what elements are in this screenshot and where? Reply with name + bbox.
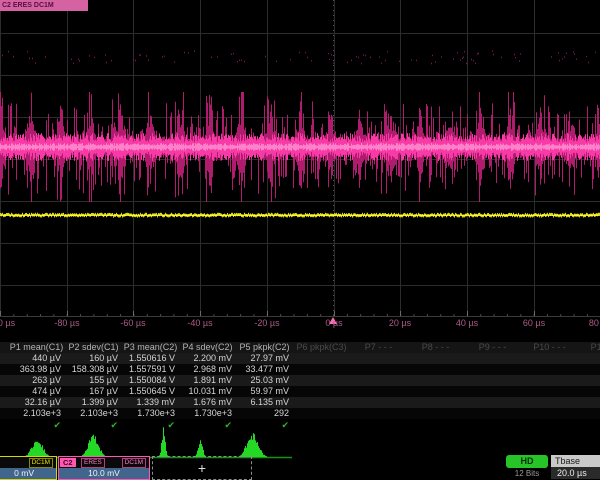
param-value-cell: 27.97 mV bbox=[236, 353, 289, 364]
trace-c2-noise bbox=[1, 50, 600, 202]
param-value-cell: 1.339 mV bbox=[122, 397, 175, 408]
param-value-cell: 1.557591 V bbox=[122, 364, 175, 375]
param-value-cell: 363.98 µV bbox=[8, 364, 61, 375]
c2-eres-badge: ERES bbox=[81, 458, 105, 468]
c2-coupling-badge: DC1M bbox=[122, 458, 146, 468]
status-check-icon: ✔ bbox=[236, 419, 289, 432]
time-tick-label: 80 µs bbox=[578, 318, 600, 328]
channel-descriptor-c1[interactable]: C1 DC1M 0 mV bbox=[0, 456, 57, 480]
histicon-p1 bbox=[26, 442, 50, 457]
status-check-icon: ✔ bbox=[122, 419, 175, 432]
hd-mode-badge[interactable]: HD bbox=[506, 455, 548, 468]
time-tick-label: 0 µs bbox=[312, 318, 356, 328]
histicon-p4 bbox=[196, 440, 206, 457]
time-axis: -100 µs -80 µs -60 µs -40 µs -20 µs 0 µs 20 µs… bbox=[0, 318, 600, 331]
param-value-cell: 1.550645 V bbox=[122, 386, 175, 397]
add-trace-button[interactable]: + bbox=[152, 456, 252, 480]
table-row: 2.103e+3 2.103e+3 1.730e+3 1.730e+3 292 bbox=[0, 408, 600, 419]
c1-coupling-badge: DC1M bbox=[29, 458, 53, 468]
table-row: 474 µV 167 µV 1.550645 V 10.031 mV 59.97 mV bbox=[0, 386, 600, 397]
time-tick-label: 60 µs bbox=[512, 318, 556, 328]
param-header-p9[interactable]: P9 - - - bbox=[464, 342, 521, 353]
time-tick-label: 20 µs bbox=[378, 318, 422, 328]
time-tick-label: -80 µs bbox=[45, 318, 89, 328]
status-check-row: ✔ ✔ ✔ ✔ ✔ bbox=[0, 419, 600, 432]
param-value-cell: 474 µV bbox=[8, 386, 61, 397]
param-value-cell: 1.399 µV bbox=[65, 397, 118, 408]
channel-descriptor-c2[interactable]: C2 ERES DC1M 10.0 mV bbox=[58, 456, 150, 480]
table-header-row: P1 mean(C1)P2 sdev(C1)P3 mean(C2)P4 sdev… bbox=[0, 342, 600, 353]
param-value-cell: 2.103e+3 bbox=[8, 408, 61, 419]
param-value-cell: 158.308 µV bbox=[65, 364, 118, 375]
time-tick-label: -100 µs bbox=[0, 318, 22, 328]
param-header-p10[interactable]: P10 - - - bbox=[521, 342, 578, 353]
param-value-cell: 1.730e+3 bbox=[122, 408, 175, 419]
c1-toprow: C1 DC1M bbox=[0, 457, 56, 468]
param-value-cell: 167 µV bbox=[65, 386, 118, 397]
param-value-cell: 155 µV bbox=[65, 375, 118, 386]
oscilloscope-screen: C2 ERES DC1M -100 µs -80 µs -60 µs -40 µs -2… bbox=[0, 0, 600, 480]
table-row: 363.98 µV 158.308 µV 1.557591 V 2.968 mV 33.… bbox=[0, 364, 600, 375]
param-value-cell: 1.730e+3 bbox=[179, 408, 232, 419]
c2-scale-value: 10.0 mV bbox=[59, 468, 149, 479]
param-header-p4[interactable]: P4 sdev(C2) bbox=[179, 342, 236, 353]
param-value-cell: 59.97 mV bbox=[236, 386, 289, 397]
param-value-cell: 1.550616 V bbox=[122, 353, 175, 364]
status-check-icon: ✔ bbox=[8, 419, 61, 432]
table-row: 440 µV 160 µV 1.550616 V 2.200 mV 27.97 mV bbox=[0, 353, 600, 364]
histicon-p2 bbox=[82, 435, 106, 457]
param-header-p1[interactable]: P1 mean(C1) bbox=[8, 342, 65, 353]
param-value-cell: 1.891 mV bbox=[179, 375, 232, 386]
timebase-value: 20.0 µs bbox=[551, 467, 600, 479]
table-row: 263 µV 155 µV 1.550084 V 1.891 mV 25.03 mV bbox=[0, 375, 600, 386]
param-value-cell: 2.968 mV bbox=[179, 364, 232, 375]
param-header-p5[interactable]: P5 pkpk(C2) bbox=[236, 342, 293, 353]
param-value-cell: 440 µV bbox=[8, 353, 61, 364]
status-check-icon: ✔ bbox=[65, 419, 118, 432]
param-header-p11[interactable]: P11 - - - bbox=[578, 342, 600, 353]
time-tick-label: -20 µs bbox=[245, 318, 289, 328]
param-value-cell: 1.550084 V bbox=[122, 375, 175, 386]
table-row: 32.16 µV 1.399 µV 1.339 mV 1.676 mV 6.135 mV bbox=[0, 397, 600, 408]
measurement-table: P1 mean(C1)P2 sdev(C1)P3 mean(C2)P4 sdev… bbox=[0, 342, 600, 434]
param-header-p8[interactable]: P8 - - - bbox=[407, 342, 464, 353]
time-tick-label: 40 µs bbox=[445, 318, 489, 328]
param-value-cell: 160 µV bbox=[65, 353, 118, 364]
param-header-p7[interactable]: P7 - - - bbox=[350, 342, 407, 353]
status-check-icon: ✔ bbox=[179, 419, 232, 432]
param-value-cell: 10.031 mV bbox=[179, 386, 232, 397]
param-value-cell: 6.135 mV bbox=[236, 397, 289, 408]
time-tick-label: -60 µs bbox=[111, 318, 155, 328]
c2-tag: C2 bbox=[60, 458, 76, 467]
param-value-cell: 1.676 mV bbox=[179, 397, 232, 408]
param-header-p2[interactable]: P2 sdev(C1) bbox=[65, 342, 122, 353]
param-header-p6[interactable]: P6 pkpk(C3) bbox=[293, 342, 350, 353]
param-value-cell: 25.03 mV bbox=[236, 375, 289, 386]
c1-scale-value: 0 mV bbox=[0, 468, 56, 479]
time-tick-label: -40 µs bbox=[178, 318, 222, 328]
param-value-cell: 292 bbox=[236, 408, 289, 419]
param-value-cell: 33.477 mV bbox=[236, 364, 289, 375]
histicon-p5 bbox=[240, 433, 267, 457]
timebase-title: Tbase bbox=[551, 455, 600, 467]
param-value-cell: 2.200 mV bbox=[179, 353, 232, 364]
param-header-p3[interactable]: P3 mean(C2) bbox=[122, 342, 179, 353]
timebase-descriptor[interactable]: Tbase 20.0 µs bbox=[551, 455, 600, 479]
param-value-cell: 32.16 µV bbox=[8, 397, 61, 408]
param-value-cell: 2.103e+3 bbox=[65, 408, 118, 419]
c2-toprow: C2 ERES DC1M bbox=[59, 457, 149, 468]
trace-annotation-badge: C2 ERES DC1M bbox=[0, 0, 88, 11]
param-value-cell: 263 µV bbox=[8, 375, 61, 386]
hd-bits-label: 12 Bits bbox=[506, 469, 548, 478]
trace-c1-flat bbox=[0, 213, 600, 218]
